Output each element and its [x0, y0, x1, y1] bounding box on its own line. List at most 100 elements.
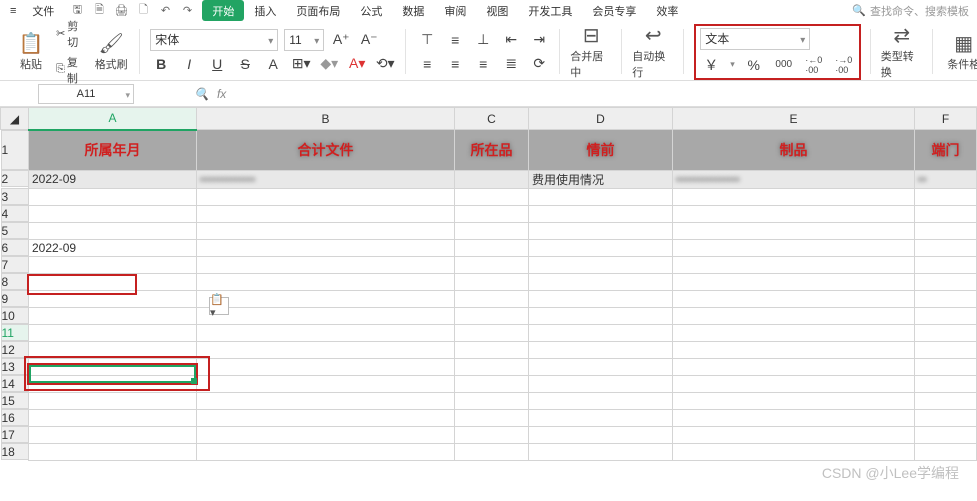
tab-member[interactable]: 会员专享 [582, 0, 646, 21]
cut-button[interactable]: ✂ 剪切 [56, 18, 86, 50]
decrease-font-button[interactable]: A⁻ [358, 29, 380, 51]
cell-A13[interactable] [29, 358, 197, 375]
tab-view[interactable]: 视图 [476, 0, 518, 21]
align-right-button[interactable]: ≡ [472, 53, 494, 75]
formula-bar[interactable]: 🔍 fx [194, 87, 226, 101]
cell-A4[interactable] [29, 205, 197, 222]
row-header-9[interactable]: 9 [1, 290, 29, 307]
font-name-select[interactable]: 宋体 [150, 29, 278, 51]
align-bot-button[interactable]: ⊥ [472, 29, 494, 51]
format-painter-button[interactable]: 🖌格式刷 [92, 31, 130, 72]
row-header-7[interactable]: 7 [1, 256, 29, 273]
cell-A2[interactable]: 2022-09 [29, 170, 197, 188]
align-center-button[interactable]: ≡ [444, 53, 466, 75]
row-header-1[interactable]: 1 [1, 130, 29, 170]
fill-color-button[interactable]: ◆▾ [318, 53, 340, 75]
cell-E1[interactable]: 制品 [673, 130, 915, 171]
tab-review[interactable]: 审阅 [434, 0, 476, 21]
indent-inc-button[interactable]: ⇥ [528, 29, 550, 51]
cell-A5[interactable] [29, 222, 197, 239]
increase-decimal-button[interactable]: ·→0·00 [833, 54, 855, 76]
copy-button[interactable]: ⎘ 复制 [56, 54, 86, 86]
align-top-button[interactable]: ⊤ [416, 29, 438, 51]
name-box[interactable]: A11 [38, 84, 134, 104]
col-header-E[interactable]: E [673, 108, 915, 130]
thousands-button[interactable]: 000 [773, 54, 795, 76]
col-header-B[interactable]: B [197, 108, 455, 130]
cell-A3[interactable] [29, 188, 197, 205]
cell-B2[interactable]: ▪▪▪▪▪▪▪▪▪▪▪▪▪ [197, 170, 455, 188]
row-header-14[interactable]: 14 [1, 375, 29, 392]
redo-icon[interactable]: ↷ [178, 2, 196, 20]
cell-A16[interactable] [29, 409, 197, 426]
bold-button[interactable]: B [150, 53, 172, 75]
wrap-text-button[interactable]: ↩自动换行 [632, 23, 674, 80]
row-header-18[interactable]: 18 [1, 443, 29, 460]
tab-start[interactable]: 开始 [202, 0, 244, 21]
row-header-8[interactable]: 8 [1, 273, 29, 290]
cell-F1[interactable]: 端门 [915, 130, 977, 171]
type-convert-button[interactable]: ⇄类型转换 [881, 23, 923, 80]
cell-A18[interactable] [29, 443, 197, 460]
align-justify-button[interactable]: ≣ [500, 53, 522, 75]
decrease-decimal-button[interactable]: ·←0·00 [803, 54, 825, 76]
cond-format-button[interactable]: ▦条件格 [943, 31, 977, 72]
cell-D2[interactable]: 费用使用情况 [529, 170, 673, 188]
clear-format-button[interactable]: ⟲▾ [374, 53, 396, 75]
col-header-D[interactable]: D [529, 108, 673, 130]
strike-button[interactable]: S [234, 53, 256, 75]
border-button[interactable]: ⊞▾ [290, 53, 312, 75]
row-header-3[interactable]: 3 [1, 188, 29, 205]
row-header-12[interactable]: 12 [1, 341, 29, 358]
select-all-corner[interactable]: ◢ [1, 108, 29, 130]
align-mid-button[interactable]: ≡ [444, 29, 466, 51]
cell-E2[interactable]: ▪▪▪▪▪▪▪▪▪▪▪▪▪▪▪ [673, 170, 915, 188]
italic-button[interactable]: I [178, 53, 200, 75]
cell-A11[interactable] [29, 324, 197, 341]
col-header-C[interactable]: C [455, 108, 529, 130]
col-header-F[interactable]: F [915, 108, 977, 130]
tab-insert[interactable]: 插入 [244, 0, 286, 21]
cell-A12[interactable] [29, 341, 197, 358]
orientation-button[interactable]: ⟳ [528, 53, 550, 75]
cell-A14[interactable] [29, 375, 197, 392]
cell-A1[interactable]: 所属年月 [29, 130, 197, 171]
cell-C2[interactable] [455, 170, 529, 188]
row-header-11[interactable]: 11 [1, 324, 29, 341]
tab-devtools[interactable]: 开发工具 [518, 0, 582, 21]
row-header-4[interactable]: 4 [1, 205, 29, 222]
cell-C1[interactable]: 所在品 [455, 130, 529, 171]
font-size-select[interactable]: 11 [284, 29, 324, 51]
cell-A15[interactable] [29, 392, 197, 409]
row-header-10[interactable]: 10 [1, 307, 29, 324]
cell-A6[interactable]: 2022-09 [29, 239, 197, 256]
row-header-16[interactable]: 16 [1, 409, 29, 426]
typography-button[interactable]: A [262, 53, 284, 75]
row-header-6[interactable]: 6 [1, 239, 29, 256]
col-header-A[interactable]: A [29, 108, 197, 130]
row-header-5[interactable]: 5 [1, 222, 29, 239]
row-header-2[interactable]: 2 [1, 170, 29, 187]
cell-A7[interactable] [29, 256, 197, 273]
row-header-15[interactable]: 15 [1, 392, 29, 409]
paste-button[interactable]: 📋粘贴 [12, 31, 50, 72]
number-format-select[interactable]: 文本 [700, 28, 810, 50]
cell-B1[interactable]: 合计文件 [197, 130, 455, 171]
tab-data[interactable]: 数据 [392, 0, 434, 21]
paste-options-icon[interactable]: 📋▾ [209, 297, 229, 315]
currency-button[interactable]: ￥ [700, 54, 722, 76]
command-search[interactable]: 🔍 查找命令、搜索模板 [852, 3, 977, 19]
underline-button[interactable]: U [206, 53, 228, 75]
cell-A8[interactable] [29, 273, 197, 290]
tab-formula[interactable]: 公式 [350, 0, 392, 21]
row-header-13[interactable]: 13 [1, 358, 29, 375]
tab-efficiency[interactable]: 效率 [646, 0, 688, 21]
cell-A9[interactable] [29, 290, 197, 307]
cell-F2[interactable]: ▪▪ [915, 170, 977, 188]
merge-center-button[interactable]: ⊟合并居中 [570, 23, 612, 80]
indent-dec-button[interactable]: ⇤ [500, 29, 522, 51]
tab-pagelayout[interactable]: 页面布局 [286, 0, 350, 21]
cell-A17[interactable] [29, 426, 197, 443]
preview-icon[interactable]: 🗋 [134, 2, 152, 20]
increase-font-button[interactable]: A⁺ [330, 29, 352, 51]
